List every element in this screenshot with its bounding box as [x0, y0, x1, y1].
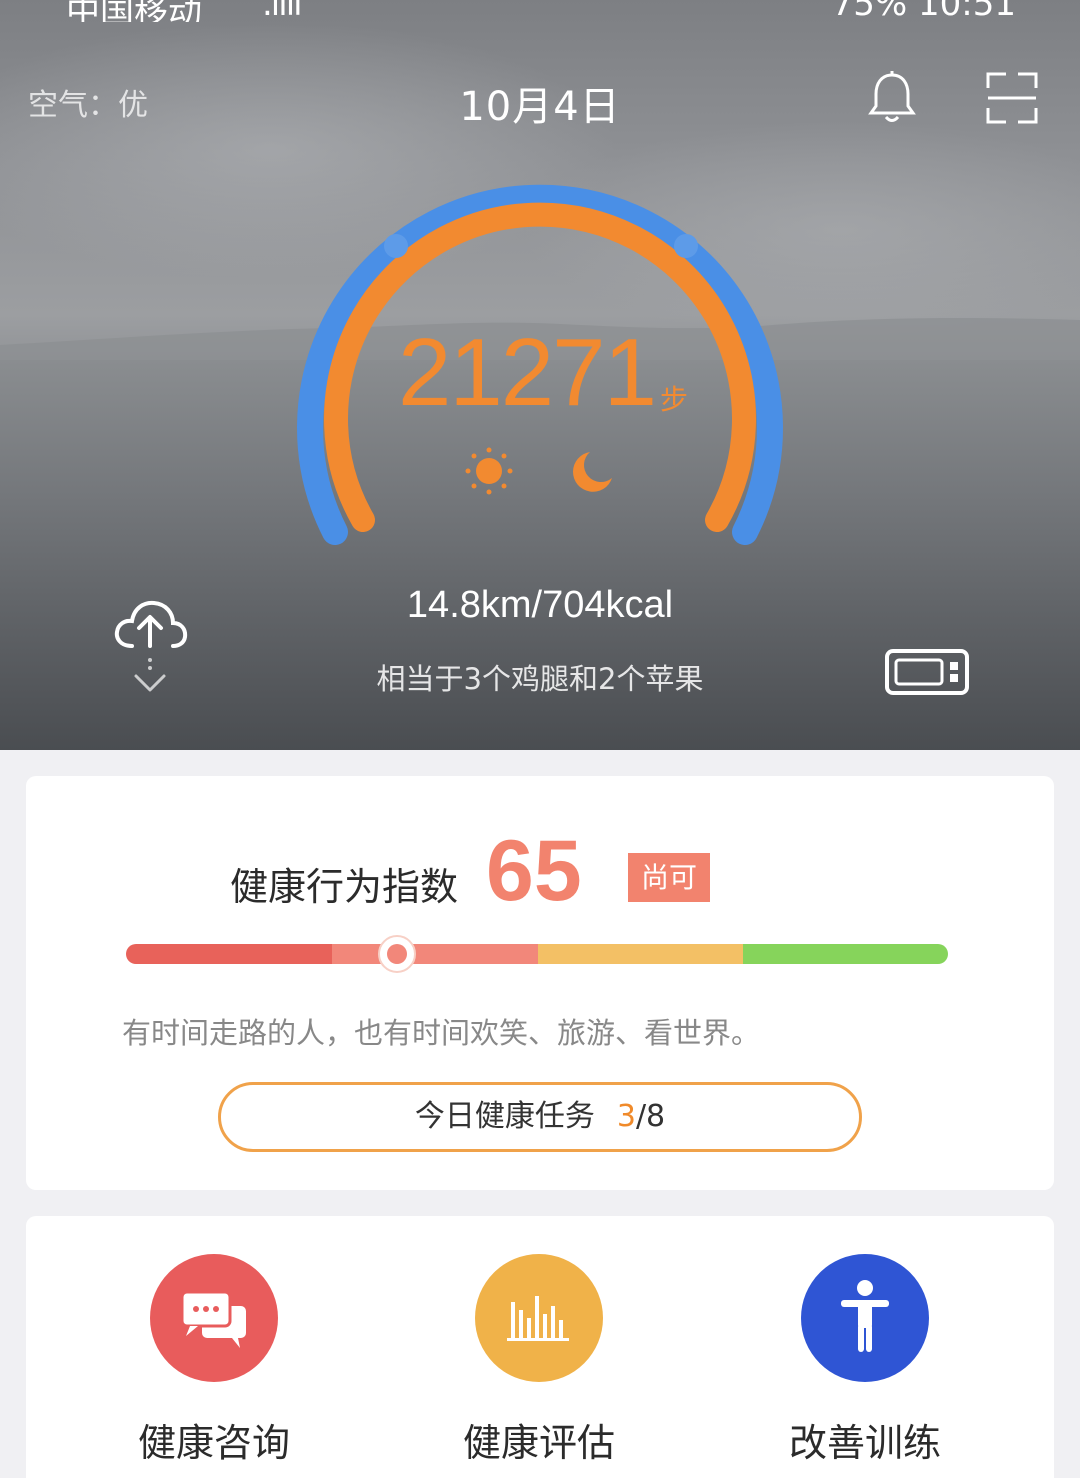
daily-tasks-label: 今日健康任务	[414, 1099, 595, 1134]
service-label: 改善训练	[788, 1421, 941, 1465]
daily-tasks-done: 3	[616, 1099, 636, 1134]
service-health-assessment[interactable]: 健康评估	[439, 1254, 639, 1467]
step-unit: 步	[660, 383, 689, 416]
band-device-icon[interactable]	[884, 648, 970, 696]
status-bar: 中国移动 .ııll 75% 10:51	[0, 0, 1080, 22]
scale-segment-good	[538, 944, 743, 964]
daily-tasks-button[interactable]: 今日健康任务 3/8	[218, 1082, 862, 1152]
health-index-label: 健康行为指数	[230, 865, 459, 909]
sun-icon[interactable]	[464, 446, 514, 496]
service-label: 健康咨询	[137, 1421, 290, 1465]
scan-icon[interactable]	[984, 70, 1040, 126]
scale-segment-poor	[126, 944, 332, 964]
step-count: 21271	[398, 319, 657, 426]
scale-segment-excellent	[743, 944, 948, 964]
date-title[interactable]: 10月4日	[0, 74, 1080, 132]
health-index-card[interactable]: 健康行为指数 65 尚可 有时间走路的人，也有时间欢笑、旅游、看世界。 今日健康…	[26, 776, 1054, 1190]
scale-indicator	[378, 935, 417, 973]
status-right-info: 75% 10:51	[831, 0, 1016, 22]
moon-icon[interactable]	[568, 448, 616, 496]
scale-segment-fair	[332, 944, 538, 964]
hero-banner: 中国移动 .ııll 75% 10:51 空气：优 10月4日 21271 步	[0, 0, 1080, 750]
home-screen: 中国移动 .ııll 75% 10:51 空气：优 10月4日 21271 步	[0, 0, 1080, 1478]
daily-tasks-total: /8	[635, 1099, 666, 1134]
health-index-rating-badge: 尚可	[628, 853, 710, 902]
service-icon-circle[interactable]	[475, 1254, 603, 1382]
bar-chart-icon	[507, 1296, 569, 1341]
service-icon-circle[interactable]	[150, 1254, 278, 1382]
service-health-consult[interactable]: 健康咨询	[114, 1254, 314, 1467]
motivational-quote: 有时间走路的人，也有时间欢笑、旅游、看世界。	[122, 1016, 761, 1050]
chat-bubbles-icon	[180, 1290, 246, 1348]
gauge-marker	[674, 234, 698, 258]
health-index-score: 65	[486, 823, 582, 919]
service-improvement-training[interactable]: 改善训练	[765, 1254, 965, 1467]
service-label: 健康评估	[462, 1421, 615, 1465]
gauge-marker	[384, 234, 408, 258]
carrier-label: 中国移动	[66, 0, 202, 22]
bell-icon[interactable]	[866, 70, 918, 126]
person-icon	[841, 1280, 889, 1352]
services-card: 健康咨询 健康评估 改善训练	[26, 1216, 1054, 1478]
service-icon-circle[interactable]	[801, 1254, 929, 1382]
signal-icon: .ııll	[262, 0, 303, 22]
health-index-scale	[126, 935, 948, 973]
cloud-sync-icon[interactable]	[110, 596, 190, 698]
